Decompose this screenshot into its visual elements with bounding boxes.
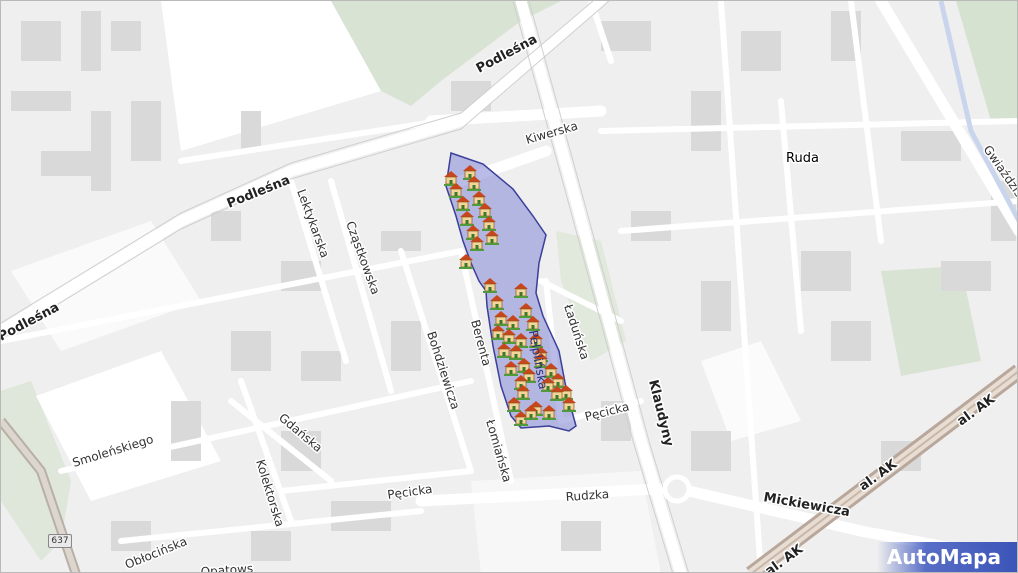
label-lomianska: Łomiańska (483, 417, 514, 484)
map-canvas[interactable]: Podleśna Podleśna Podleśna Kiwerska Lekt… (0, 0, 1018, 573)
map-layer: Podleśna Podleśna Podleśna Kiwerska Lekt… (1, 1, 1017, 573)
label-bohdziewicza: Bohdziewicza (424, 330, 462, 412)
automapa-logo: AutoMapa (877, 542, 1017, 572)
logo-text: AutoMapa (886, 545, 1001, 569)
label-klaudyny: Klaudyny (645, 378, 676, 448)
road-number-badge: 637 (48, 534, 72, 548)
label-opatowska: Opatows (200, 561, 253, 573)
district-label-ruda: Ruda (786, 151, 819, 166)
roundabout (662, 474, 692, 504)
